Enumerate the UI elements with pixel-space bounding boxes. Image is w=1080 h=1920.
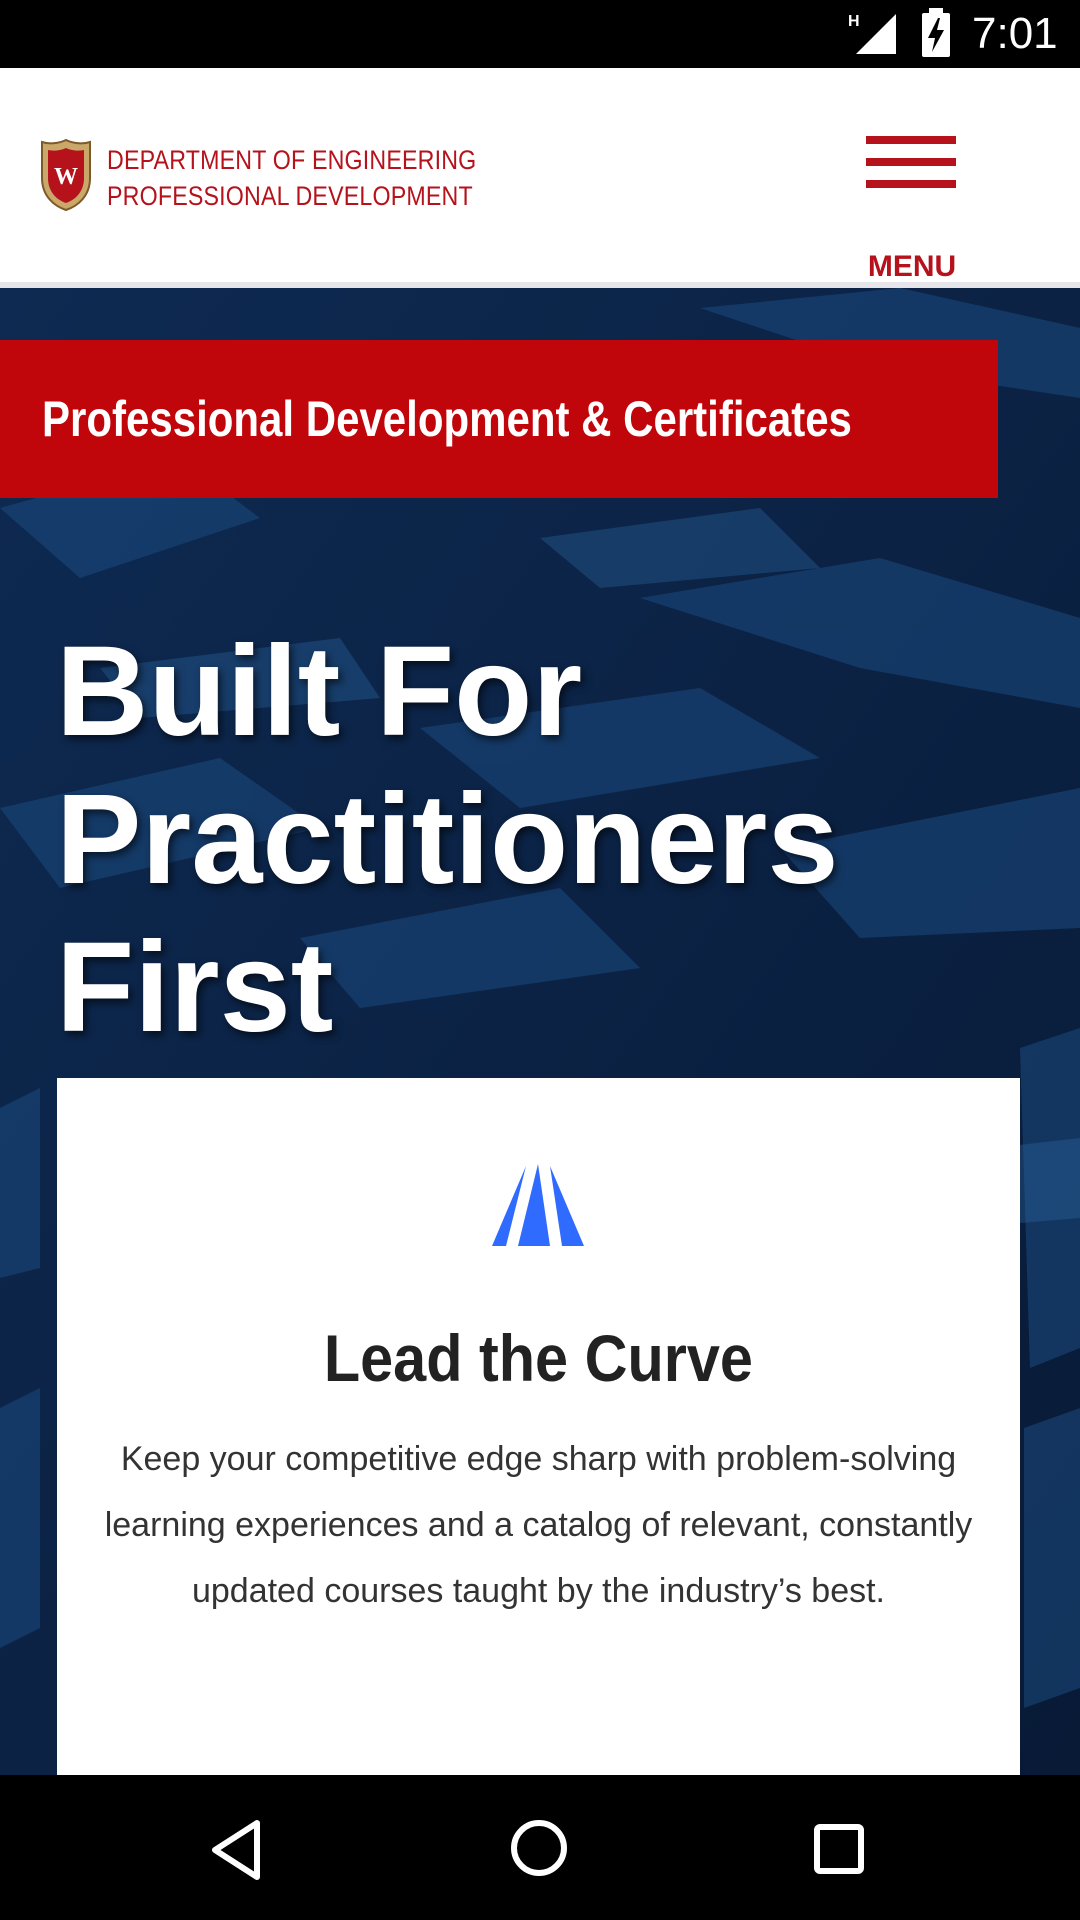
network-type-indicator: H bbox=[848, 13, 860, 30]
recents-button[interactable] bbox=[739, 1775, 939, 1920]
feature-card: Lead the Curve Keep your competitive edg… bbox=[57, 1078, 1020, 1775]
recents-icon bbox=[814, 1824, 864, 1874]
hero-section: Professional Development & Certificates … bbox=[0, 288, 1080, 1775]
hamburger-icon bbox=[866, 136, 956, 144]
status-bar: H 7:01 bbox=[0, 0, 1080, 68]
system-navigation-bar bbox=[0, 1775, 1080, 1920]
hero-title-line: Built For bbox=[56, 620, 583, 763]
signal-icon: H bbox=[848, 13, 896, 54]
svg-text:W: W bbox=[54, 164, 78, 190]
section-banner[interactable]: Professional Development & Certificates bbox=[0, 340, 998, 498]
uw-crest-icon[interactable]: W bbox=[40, 138, 92, 212]
department-name[interactable]: DEPARTMENT OF ENGINEERING PROFESSIONAL D… bbox=[107, 142, 476, 214]
section-banner-label: Professional Development & Certificates bbox=[42, 391, 852, 447]
menu-label: MENU bbox=[867, 250, 957, 283]
card-title: Lead the Curve bbox=[323, 1321, 754, 1395]
home-button[interactable] bbox=[439, 1775, 639, 1920]
menu-button[interactable]: MENU bbox=[860, 126, 964, 283]
hero-title-line: Practitioners bbox=[56, 768, 839, 911]
clock: 7:01 bbox=[972, 9, 1058, 58]
home-icon bbox=[511, 1820, 567, 1876]
department-name-line2: PROFESSIONAL DEVELOPMENT bbox=[107, 181, 473, 211]
hero-title: Built For Practitioners First bbox=[56, 618, 1016, 1062]
battery-charging-icon bbox=[922, 8, 950, 57]
card-description: Keep your competitive edge sharp with pr… bbox=[104, 1440, 973, 1610]
back-button[interactable] bbox=[137, 1775, 337, 1920]
curve-peak-icon bbox=[492, 1164, 584, 1246]
back-icon bbox=[212, 1820, 260, 1880]
department-name-line1: DEPARTMENT OF ENGINEERING bbox=[107, 145, 477, 175]
site-header: W DEPARTMENT OF ENGINEERING PROFESSIONAL… bbox=[0, 68, 1080, 288]
hero-title-line: First bbox=[56, 916, 334, 1059]
